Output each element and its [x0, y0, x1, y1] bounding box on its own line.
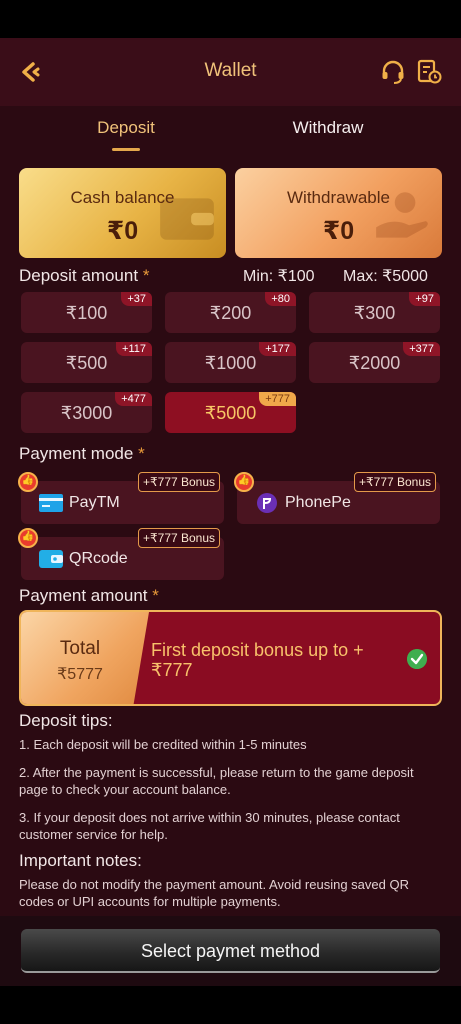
- active-tab-indicator: [112, 148, 140, 151]
- amount-option-5000[interactable]: ₹5000 +777: [165, 392, 296, 433]
- tab-deposit[interactable]: Deposit: [70, 118, 182, 138]
- select-payment-method-button[interactable]: Select paymet method: [21, 929, 440, 973]
- withdrawable-card: Withdrawable ₹0: [235, 168, 442, 258]
- check-icon: [407, 649, 427, 669]
- amount-bonus-badge: +37: [121, 292, 152, 306]
- amount-bonus-badge: +177: [259, 342, 296, 356]
- deposit-max: Max: ₹5000: [343, 268, 428, 285]
- required-mark: *: [142, 266, 150, 285]
- wallet-screen: Wallet Deposit Withdraw Cash balance ₹0: [0, 38, 461, 986]
- payment-total-box: Total ₹5777 First deposit bonus up to +₹…: [19, 610, 442, 706]
- amount-value: ₹3000: [60, 403, 113, 423]
- payment-method-name: PayTM: [69, 494, 120, 511]
- required-mark: *: [138, 444, 145, 463]
- amount-bonus-badge: +777: [259, 392, 296, 406]
- payment-mode-label: Payment mode *: [19, 444, 145, 464]
- status-bar: [0, 0, 461, 38]
- tab-withdraw[interactable]: Withdraw: [270, 118, 386, 138]
- amount-value: ₹200: [209, 303, 252, 323]
- amount-option-100[interactable]: ₹100 +37: [21, 292, 152, 333]
- cash-balance-value: ₹0: [106, 217, 139, 245]
- payment-bonus-tag: +₹777 Bonus: [138, 472, 221, 492]
- amount-bonus-badge: +477: [115, 392, 152, 406]
- amount-value: ₹300: [353, 303, 396, 323]
- amount-value: ₹100: [65, 303, 108, 323]
- payment-bonus-tag: +₹777 Bonus: [138, 528, 221, 548]
- payment-bonus-tag: +₹777 Bonus: [354, 472, 437, 492]
- cash-balance-label: Cash balance: [70, 188, 175, 207]
- deposit-tip-1: 1. Each deposit will be credited within …: [19, 737, 307, 752]
- amount-bonus-badge: +80: [265, 292, 296, 306]
- qrcode-wallet-icon: [39, 550, 63, 568]
- cash-balance-card: Cash balance ₹0: [19, 168, 226, 258]
- amount-option-3000[interactable]: ₹3000 +477: [21, 392, 152, 433]
- hot-badge-icon: 👍: [18, 528, 38, 548]
- amount-option-1000[interactable]: ₹1000 +177: [165, 342, 296, 383]
- payment-mode-text: Payment mode: [19, 444, 134, 463]
- payment-method-name: PhonePe: [285, 494, 351, 511]
- hot-badge-icon: 👍: [18, 472, 38, 492]
- deposit-tip-2: 2. After the payment is successful, plea…: [19, 765, 414, 797]
- payment-method-name: QRcode: [69, 550, 128, 567]
- withdrawable-label: Withdrawable: [287, 188, 390, 207]
- deposit-amount-text: Deposit amount: [19, 266, 139, 285]
- withdrawable-value: ₹0: [322, 217, 355, 245]
- amount-bonus-badge: +97: [409, 292, 440, 306]
- paytm-icon: [39, 494, 63, 512]
- important-notes-title: Important notes:: [19, 851, 142, 870]
- amount-value: ₹5000: [204, 403, 257, 423]
- wallet-tabs: Deposit Withdraw: [0, 118, 461, 154]
- required-mark: *: [152, 586, 159, 605]
- amount-bonus-badge: +117: [116, 342, 152, 356]
- amount-value: ₹500: [65, 353, 108, 373]
- customer-support-icon[interactable]: [380, 59, 406, 85]
- deposit-tip-3: 3. If your deposit does not arrive withi…: [19, 810, 400, 842]
- select-payment-method-label: Select paymet method: [140, 941, 321, 961]
- total-label: Total: [59, 638, 101, 659]
- bottom-action-bar: Select paymet method: [0, 916, 461, 986]
- phonepe-icon: [257, 493, 277, 513]
- amount-option-500[interactable]: ₹500 +117: [21, 342, 152, 383]
- payment-amount-text: Payment amount: [19, 586, 148, 605]
- amount-option-2000[interactable]: ₹2000 +377: [309, 342, 440, 383]
- header: Wallet: [0, 38, 461, 106]
- hot-badge-icon: 👍: [234, 472, 254, 492]
- payment-amount-label: Payment amount *: [19, 586, 159, 606]
- deposit-amount-label: Deposit amount *: [19, 266, 149, 286]
- amount-option-200[interactable]: ₹200 +80: [165, 292, 296, 333]
- amount-value: ₹1000: [204, 353, 257, 373]
- important-notes-text: Please do not modify the payment amount.…: [19, 877, 409, 909]
- first-deposit-bonus-text: First deposit bonus up to +₹777: [151, 640, 364, 680]
- amount-bonus-badge: +377: [403, 342, 440, 356]
- amount-option-300[interactable]: ₹300 +97: [309, 292, 440, 333]
- total-value: ₹5777: [57, 666, 103, 683]
- deposit-record-icon[interactable]: [416, 59, 442, 85]
- amount-value: ₹2000: [348, 353, 401, 373]
- deposit-min: Min: ₹100: [243, 268, 315, 285]
- navigation-bar: [0, 986, 461, 1024]
- deposit-tips-title: Deposit tips:: [19, 711, 113, 730]
